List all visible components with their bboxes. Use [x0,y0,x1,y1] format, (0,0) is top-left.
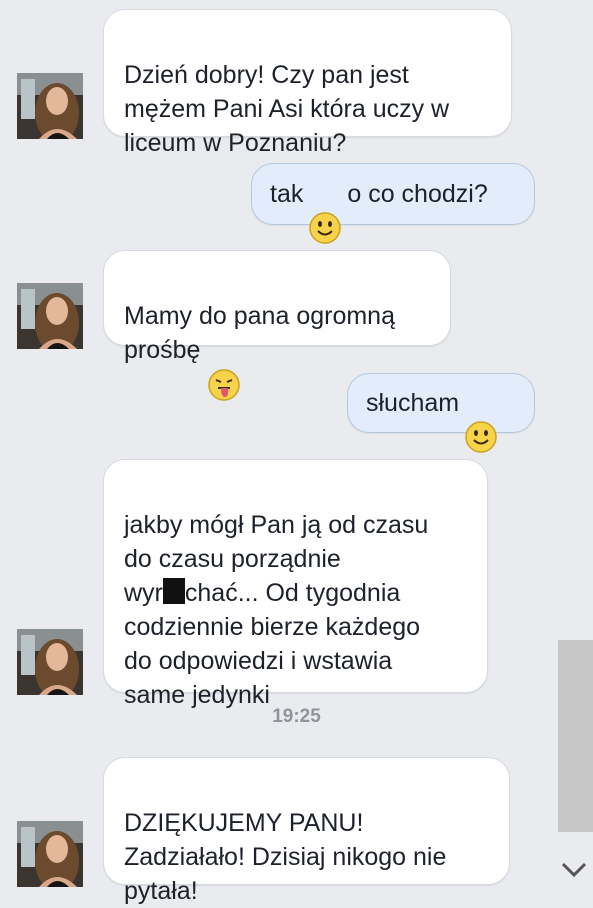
message-text: słucham [366,389,460,417]
message-text: Mamy do pana ogromną prośbę [124,302,395,364]
message-bubble-incoming: jakby mógł Pan ją od czasu do czasu porz… [103,459,488,709]
censor-block [162,578,185,604]
message-bubble-incoming: Mamy do pana ogromną prośbę [103,250,451,402]
avatar[interactable] [17,283,83,349]
message-thread: Dzień dobry! Czy pan jest mężem Pani Asi… [0,0,593,906]
message-text: DZIĘKUJEMY PANU! Zadziałało! Dzisiaj nik… [124,809,447,905]
timestamp: 19:25 [272,706,321,727]
smile-emoji-icon [309,178,342,244]
message-bubble-outgoing: słucham [347,373,535,453]
scrollbar-thumb[interactable] [558,640,593,832]
message-bubble-incoming: Dzień dobry! Czy pan jest mężem Pani Asi… [103,9,512,157]
message-text: tak [270,180,304,208]
message-bubble-incoming: DZIĘKUJEMY PANU! Zadziałało! Dzisiaj nik… [103,757,510,905]
message-text: o co chodzi? [347,180,488,208]
message-text: Dzień dobry! Czy pan jest mężem Pani Asi… [124,61,450,157]
smile-emoji-icon [465,387,497,453]
avatar[interactable] [17,629,83,695]
avatar[interactable] [17,73,83,139]
message-bubble-outgoing: tak o co chodzi? [251,163,535,244]
chevron-down-icon[interactable] [559,855,589,885]
tongue-emoji-icon [208,335,241,402]
avatar[interactable] [17,821,83,887]
